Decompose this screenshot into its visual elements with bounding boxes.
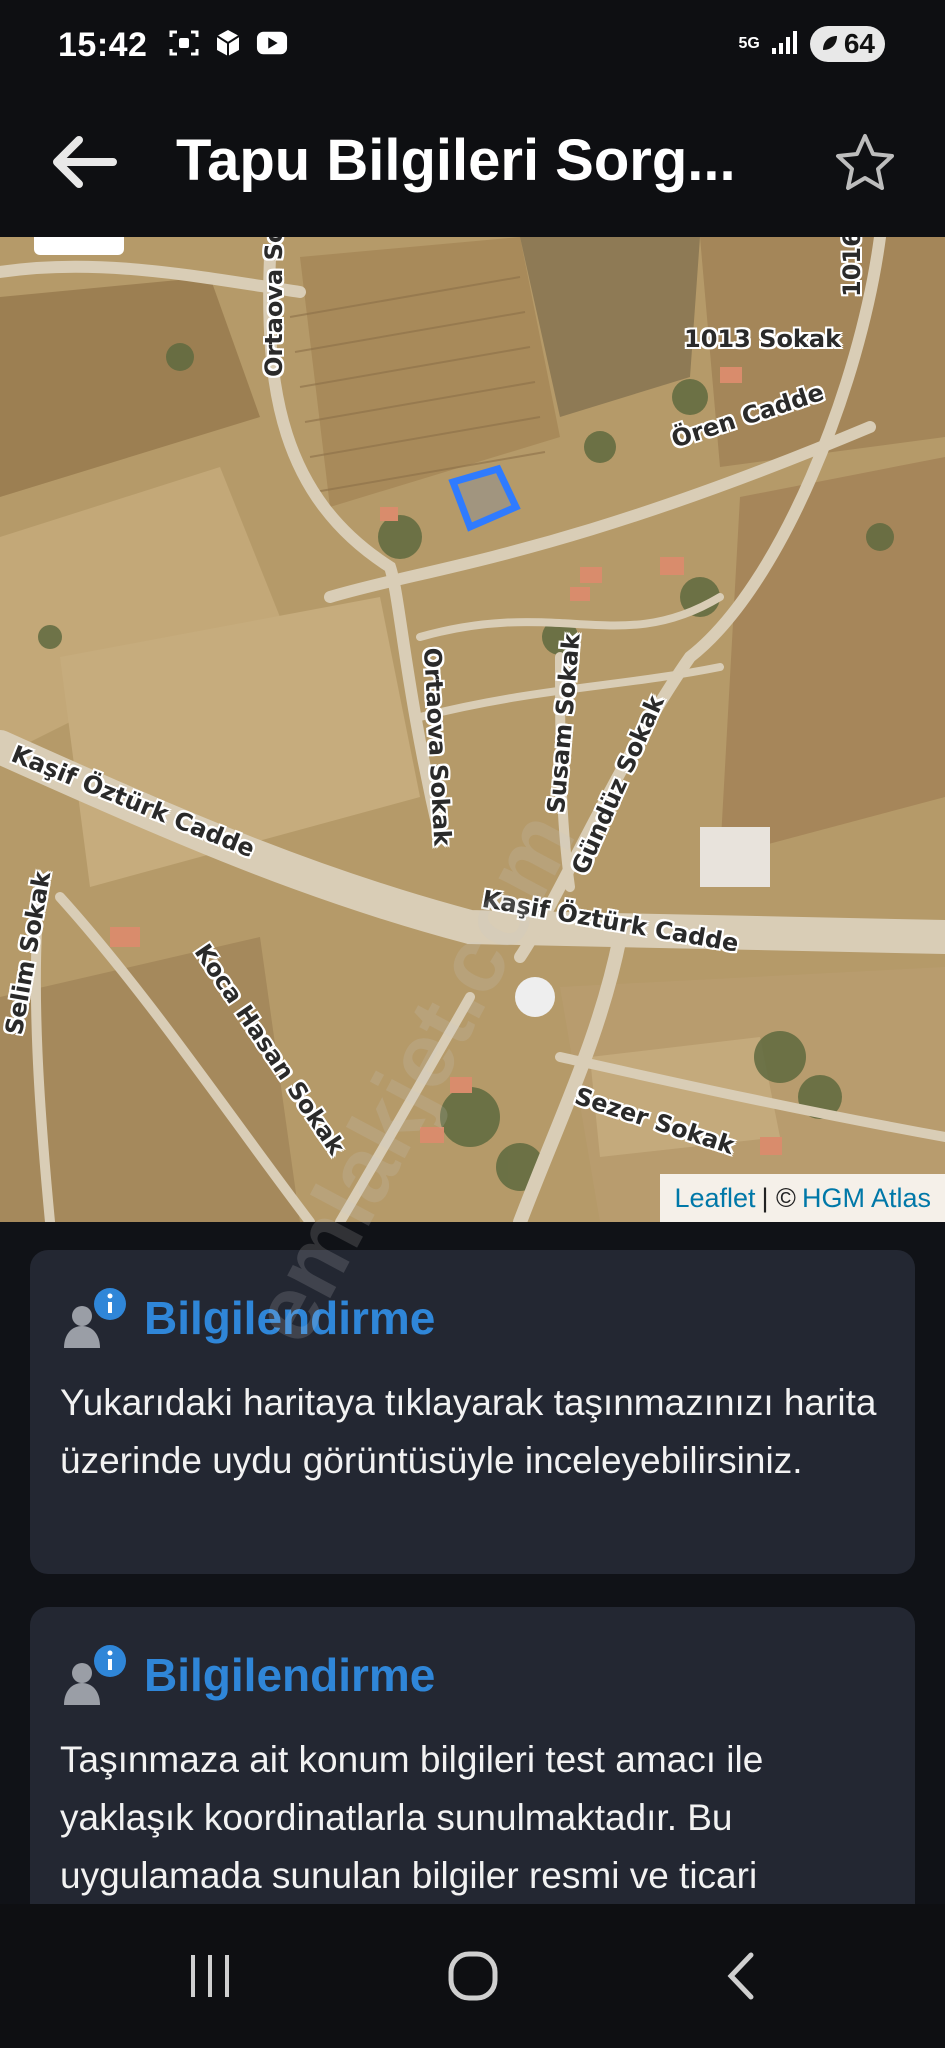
arrow-left-icon <box>53 136 117 188</box>
card-title: Bilgilendirme <box>144 1649 436 1701</box>
map-attribution: Leaflet | © HGM Atlas <box>660 1174 945 1222</box>
home-button[interactable] <box>433 1946 513 2006</box>
info-card: Bilgilendirme Taşınmaza ait konum bilgil… <box>30 1607 915 1904</box>
battery-level: 64 <box>843 28 875 59</box>
system-nav-bar <box>0 1904 945 2048</box>
status-time: 15:42 <box>58 26 148 64</box>
battery-leaf-icon <box>820 28 840 60</box>
info-section: Bilgilendirme Yukarıdaki haritaya tıklay… <box>0 1222 945 1904</box>
map-zoom-control[interactable] <box>34 237 124 255</box>
battery-indicator: 64 <box>809 26 885 62</box>
home-icon <box>448 1951 498 2001</box>
card-header: Bilgilendirme <box>60 1643 885 1707</box>
screenshot-icon <box>168 28 200 58</box>
info-card: Bilgilendirme Yukarıdaki haritaya tıklay… <box>30 1250 915 1574</box>
page-title: Tapu Bilgileri Sorg... <box>176 128 736 193</box>
chevron-left-icon <box>727 1952 754 2000</box>
back-button[interactable] <box>44 122 124 202</box>
youtube-icon <box>256 28 288 58</box>
leaflet-link[interactable]: Leaflet <box>674 1183 755 1214</box>
card-text: Taşınmaza ait konum bilgileri test amacı… <box>60 1739 764 1896</box>
user-info-icon <box>60 1286 130 1350</box>
cube-app-icon <box>212 28 244 58</box>
card-title: Bilgilendirme <box>144 1292 436 1344</box>
card-text: Yukarıdaki haritaya tıklayarak taşınmazı… <box>60 1382 877 1481</box>
satellite-map[interactable]: 1013 Sokak 1016 Sok Ören Cadde Ortaova S… <box>0 237 945 1222</box>
signal-icon <box>770 28 800 61</box>
status-system-icons: 5G 64 <box>738 26 885 62</box>
recents-icon <box>191 1955 229 1997</box>
user-info-icon <box>60 1643 130 1707</box>
favorite-button[interactable] <box>825 122 905 202</box>
status-bar: 15:42 5G 64 <box>0 0 945 92</box>
street-label: 1016 Sok <box>838 237 866 297</box>
hgm-atlas-link[interactable]: HGM Atlas <box>802 1183 931 1214</box>
status-notification-icons <box>168 28 288 58</box>
star-icon <box>836 134 894 190</box>
recents-button[interactable] <box>170 1946 250 2006</box>
card-header: Bilgilendirme <box>60 1286 885 1350</box>
network-type: 5G <box>738 35 760 52</box>
attribution-separator: | © <box>761 1182 796 1213</box>
back-nav-button[interactable] <box>700 1946 780 2006</box>
street-label: 1013 Sokak <box>684 325 842 353</box>
street-label: Ortaova Sok <box>260 237 288 377</box>
app-bar: Tapu Bilgileri Sorg... <box>0 92 945 237</box>
